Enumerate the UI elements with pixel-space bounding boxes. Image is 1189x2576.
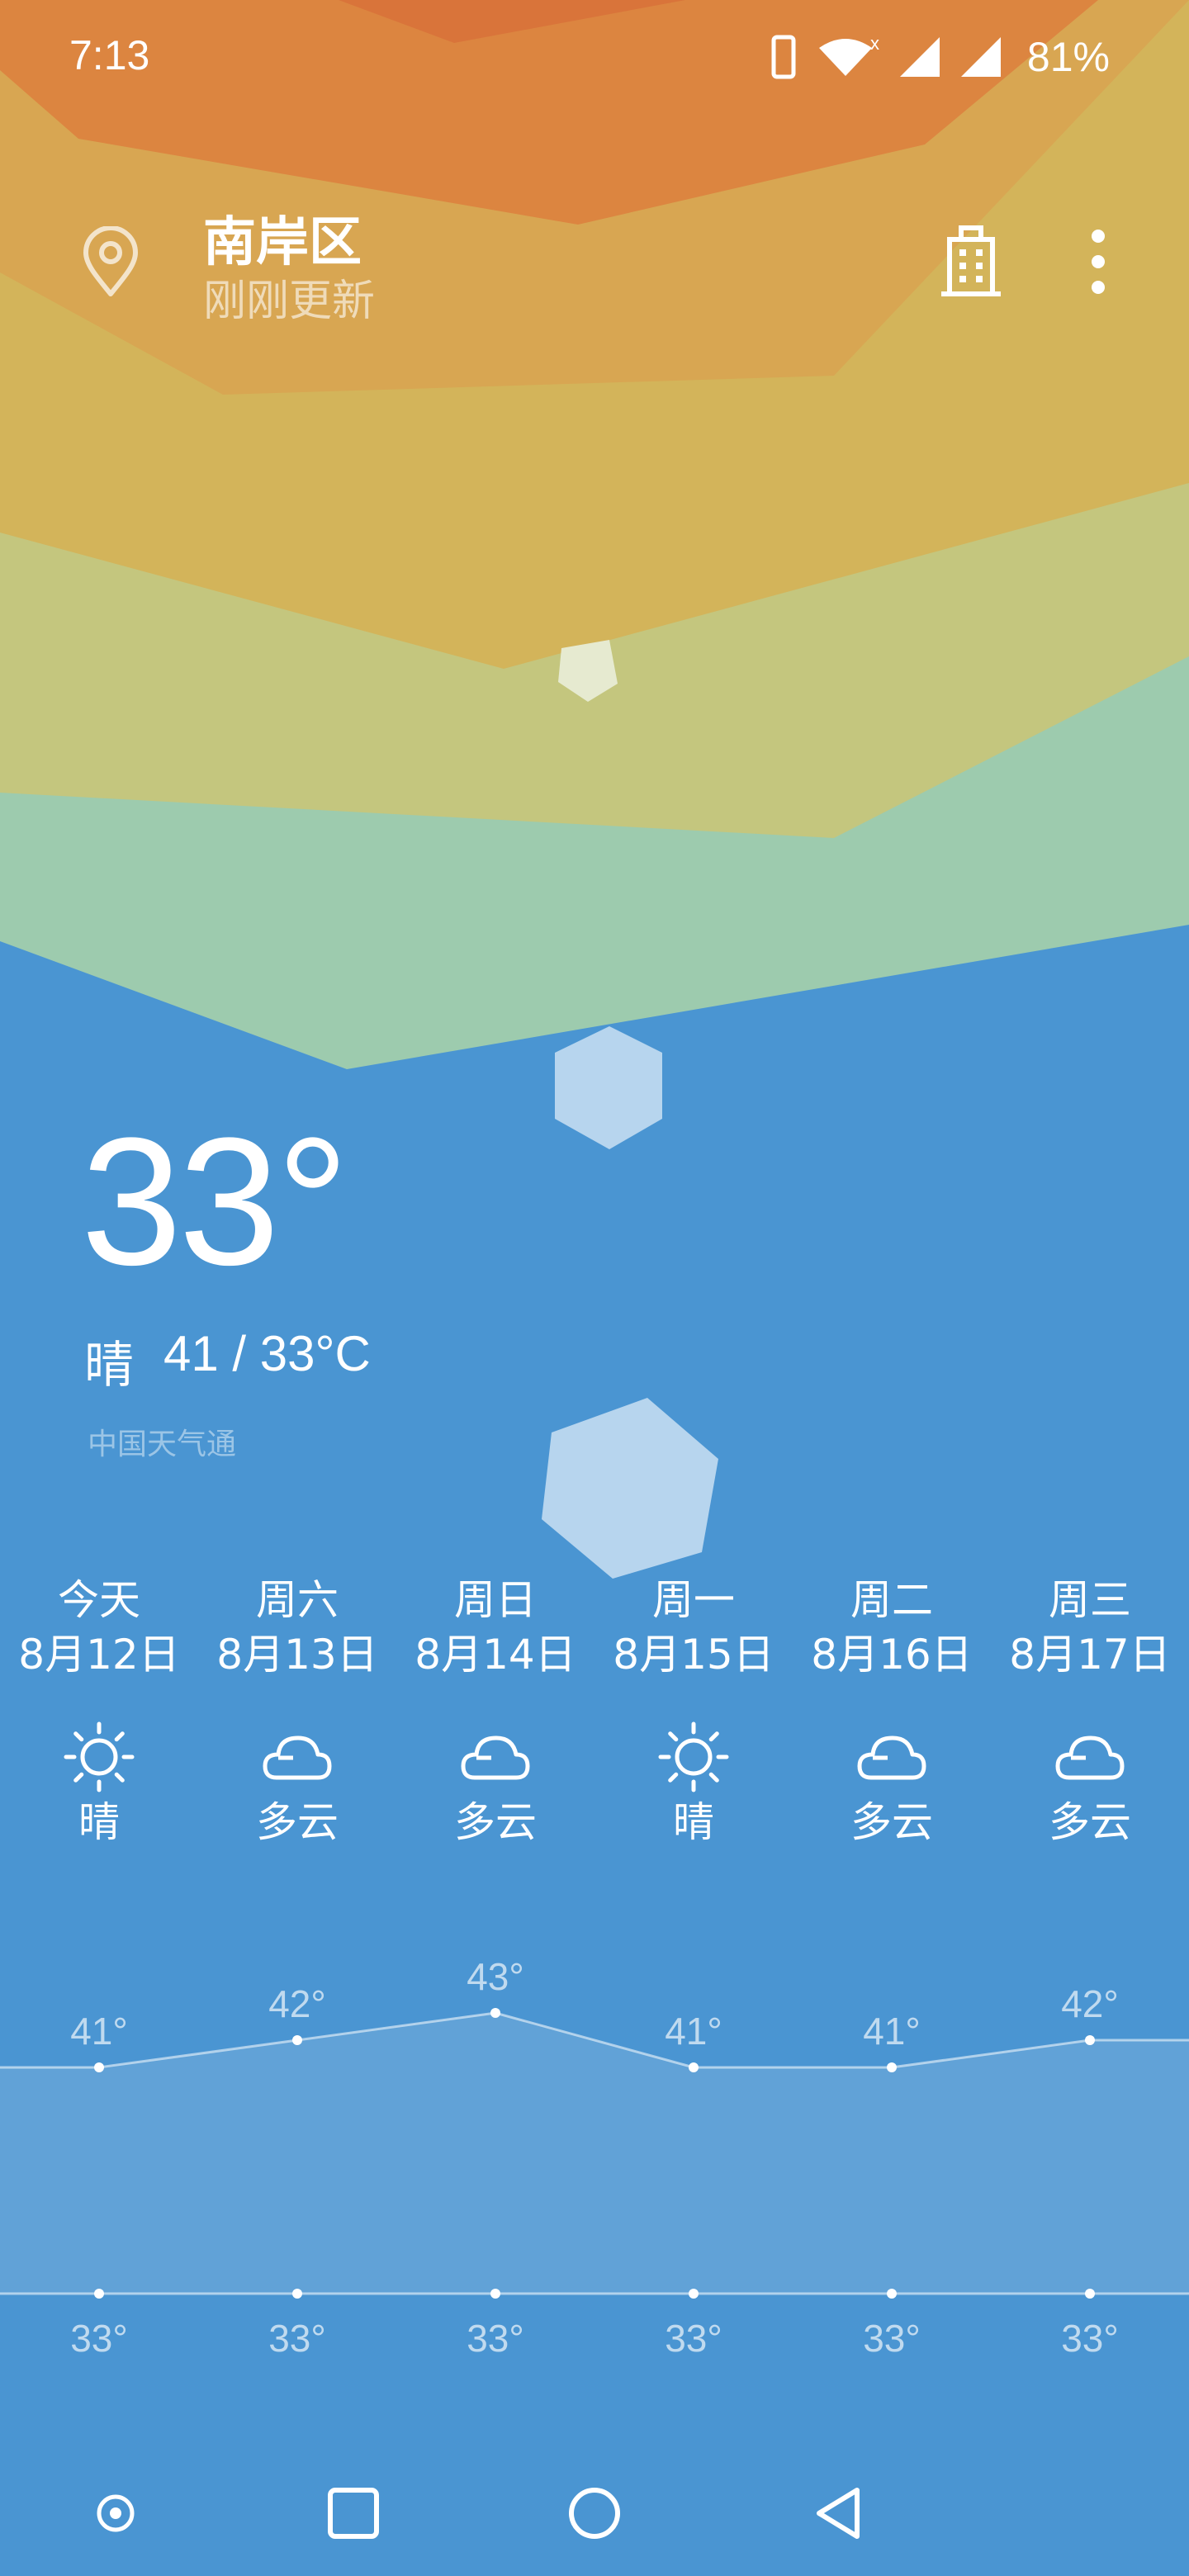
location-pin-icon[interactable] — [79, 226, 142, 297]
day-condition: 多云 — [1049, 1798, 1131, 1846]
high-temp-point — [887, 2062, 897, 2072]
low-temp-label: 33° — [467, 2317, 524, 2360]
day-condition: 多云 — [454, 1798, 537, 1846]
day-name: 周一 — [652, 1576, 735, 1624]
signal-icon — [899, 37, 940, 77]
day-name: 周二 — [850, 1576, 933, 1624]
forecast-day[interactable]: 今天 8月12日晴 — [0, 1573, 198, 1849]
home-button[interactable] — [561, 2480, 628, 2546]
phone-icon — [771, 35, 796, 79]
current-description: 晴 41 / 33°C — [84, 1325, 371, 1397]
back-button[interactable] — [806, 2480, 872, 2546]
high-temperature-area — [0, 2013, 1189, 2294]
low-temp-label: 33° — [268, 2317, 326, 2360]
high-temp-point — [292, 2035, 302, 2045]
header: 南岸区 刚刚更新 — [0, 190, 1189, 326]
low-temp-label: 33° — [70, 2317, 128, 2360]
low-temp-point — [887, 2289, 897, 2299]
low-temp-point — [490, 2289, 500, 2299]
day-name: 周六 — [256, 1576, 339, 1624]
high-temp-point — [1085, 2035, 1095, 2045]
day-name: 周日 — [454, 1576, 537, 1624]
status-bar: 7:13 x 81% — [0, 0, 1189, 116]
cloud-icon — [263, 1735, 332, 1780]
high-temp-point — [94, 2062, 104, 2072]
day-date: 8月13日 — [216, 1631, 378, 1679]
day-name: 周三 — [1049, 1576, 1131, 1624]
status-icons: x 81% — [771, 30, 1110, 84]
battery-level: 81% — [1026, 34, 1110, 80]
current-condition: 晴 — [84, 1337, 134, 1395]
day-date: 8月12日 — [18, 1631, 180, 1679]
recents-button[interactable] — [320, 2480, 386, 2546]
low-temp-label: 33° — [665, 2317, 722, 2360]
day-condition: 多云 — [850, 1798, 933, 1846]
day-date: 8月17日 — [1009, 1631, 1171, 1679]
forecast-day[interactable]: 周六 8月13日多云 — [198, 1573, 396, 1849]
sun-icon — [658, 1721, 729, 1792]
high-temp-label: 41° — [863, 2010, 921, 2053]
cloud-icon — [857, 1735, 926, 1780]
forecast-day[interactable]: 周一 8月15日晴 — [594, 1573, 793, 1849]
low-temp-point — [1085, 2289, 1095, 2299]
low-temp-point — [689, 2289, 699, 2299]
building-icon[interactable] — [938, 225, 1004, 299]
day-condition: 多云 — [256, 1798, 339, 1846]
low-temp-point — [94, 2289, 104, 2299]
navigation-bar — [0, 2444, 1189, 2576]
wifi-icon: x — [818, 35, 879, 76]
high-temp-label: 41° — [665, 2010, 722, 2053]
high-temp-label: 42° — [1061, 1982, 1119, 2025]
svg-text:x: x — [870, 35, 879, 54]
update-status: 刚刚更新 — [203, 277, 376, 326]
high-temp-point — [490, 2008, 500, 2018]
cloud-icon — [461, 1735, 530, 1780]
status-time: 7:13 — [69, 32, 150, 78]
low-temp-label: 33° — [1061, 2317, 1119, 2360]
high-temp-point — [689, 2062, 699, 2072]
city-name[interactable]: 南岸区 — [203, 200, 362, 276]
forecast-day[interactable]: 周二 8月16日多云 — [793, 1573, 991, 1849]
high-temp-label: 41° — [70, 2010, 128, 2053]
assistant-icon[interactable] — [83, 2480, 149, 2546]
forecast-day[interactable]: 周三 8月17日多云 — [991, 1573, 1189, 1849]
sun-icon — [64, 1721, 135, 1792]
data-source[interactable]: 中国天气通 — [88, 1420, 236, 1463]
day-date: 8月15日 — [613, 1631, 775, 1679]
day-name: 今天 — [58, 1576, 140, 1624]
current-temperature: 33° — [81, 1100, 349, 1303]
day-date: 8月16日 — [811, 1631, 973, 1679]
day-condition: 晴 — [673, 1798, 714, 1846]
signal-icon — [960, 37, 1001, 77]
low-temp-point — [292, 2289, 302, 2299]
more-options-icon[interactable] — [1082, 225, 1115, 299]
cloud-icon — [1055, 1735, 1125, 1780]
temperature-chart: 41° 33° 42° 33° 43° 33° 41° 33° 41° 33° 42° 33° — [0, 1955, 1189, 2360]
day-condition: 晴 — [78, 1798, 120, 1846]
high-temp-label: 42° — [268, 1982, 326, 2025]
low-temp-label: 33° — [863, 2317, 921, 2360]
temperature-range: 41 / 33°C — [163, 1326, 371, 1381]
forecast-day[interactable]: 周日 8月14日多云 — [396, 1573, 594, 1849]
day-date: 8月14日 — [414, 1631, 576, 1679]
high-temp-label: 43° — [467, 1955, 524, 1998]
